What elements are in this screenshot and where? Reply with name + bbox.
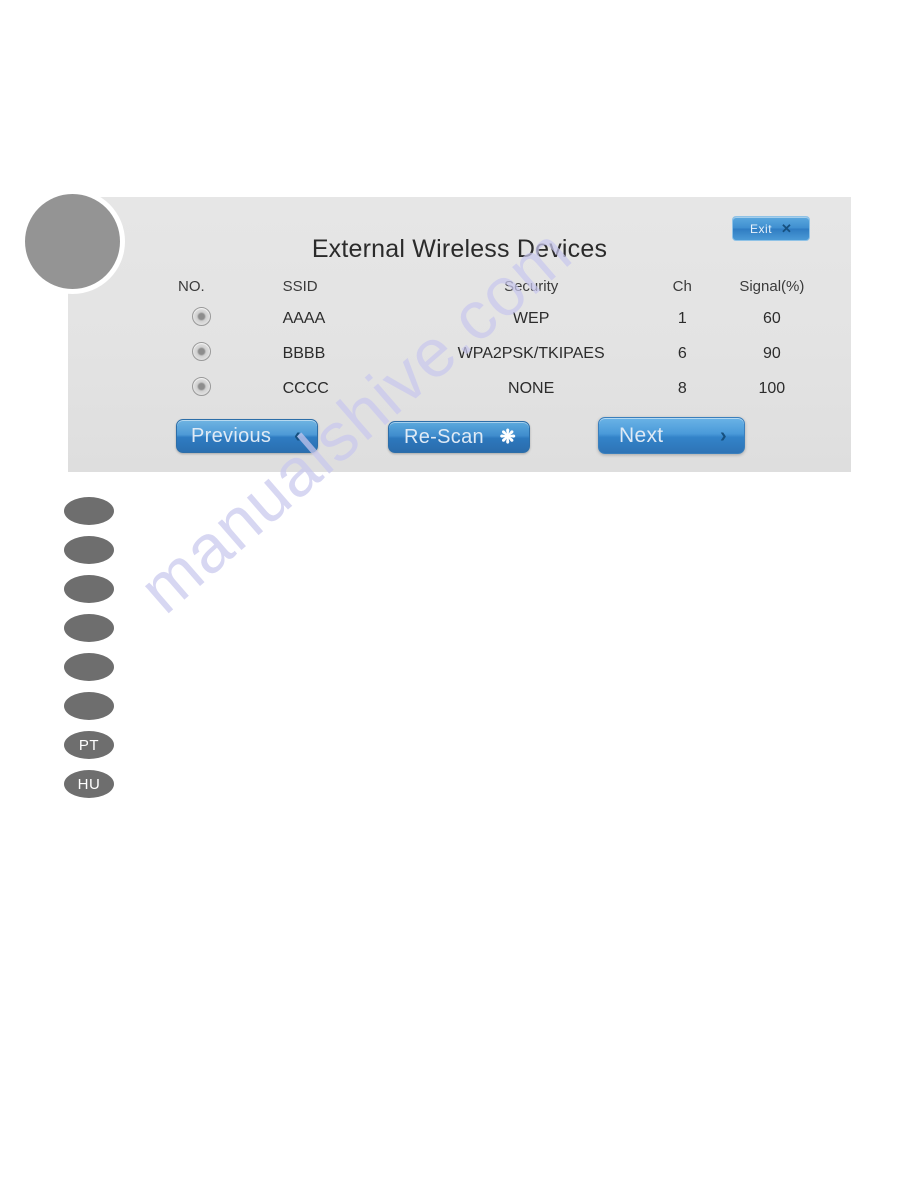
rescan-button-label: Re-Scan	[404, 426, 484, 448]
cell-signal: 100	[758, 379, 786, 397]
column-header-ch: Ch	[672, 277, 692, 295]
cell-ch: 1	[677, 309, 687, 327]
language-tab-marker[interactable]	[25, 194, 120, 289]
table-row[interactable]: BBBB WPA2PSK/TKIPAES 6 90	[176, 336, 826, 371]
cell-security: WEP	[512, 309, 550, 327]
column-header-signal: Signal(%)	[739, 277, 805, 295]
next-button-label: Next	[619, 424, 664, 447]
next-button[interactable]: Next ›	[598, 417, 745, 454]
language-tab-pt[interactable]: PT	[64, 731, 114, 759]
refresh-burst-icon: ❋	[499, 426, 516, 448]
table-header-row: NO. SSID Security Ch Signal(%)	[176, 271, 826, 301]
language-tab-hu[interactable]: HU	[64, 770, 114, 798]
table-row[interactable]: CCCC NONE 8 100	[176, 371, 826, 406]
language-tab[interactable]	[64, 692, 114, 720]
radio-button-icon[interactable]	[192, 306, 211, 326]
cell-ssid: CCCC	[282, 379, 329, 397]
column-header-ssid: SSID	[282, 277, 318, 295]
row-select-cell[interactable]	[176, 341, 271, 366]
rescan-button[interactable]: Re-Scan ❋	[388, 421, 530, 453]
chevron-left-icon: ‹	[294, 425, 301, 447]
cell-security: NONE	[508, 379, 555, 397]
previous-button[interactable]: Previous ‹	[176, 419, 318, 453]
language-tab[interactable]	[64, 536, 114, 564]
column-header-no: NO.	[178, 277, 205, 295]
cell-ssid: BBBB	[282, 344, 326, 362]
language-tab[interactable]	[64, 575, 114, 603]
chevron-right-icon: ›	[720, 424, 727, 447]
row-select-cell[interactable]	[176, 376, 271, 401]
radio-button-icon[interactable]	[192, 341, 211, 361]
exit-button-label: Exit	[750, 221, 773, 236]
cell-ssid: AAAA	[282, 309, 326, 327]
language-tab[interactable]	[64, 614, 114, 642]
cell-signal: 60	[762, 309, 781, 327]
language-tab[interactable]	[64, 497, 114, 525]
language-tab[interactable]	[64, 653, 114, 681]
wireless-device-table: NO. SSID Security Ch Signal(%) AAAA WEP …	[176, 271, 826, 406]
cell-security: WPA2PSK/TKIPAES	[457, 344, 605, 362]
wireless-setup-panel: Exit ✕ External Wireless Devices NO. SSI…	[68, 197, 851, 472]
exit-button[interactable]: Exit ✕	[732, 216, 810, 241]
close-icon: ✕	[781, 221, 792, 236]
previous-button-label: Previous	[191, 425, 272, 447]
row-select-cell[interactable]	[176, 306, 271, 331]
cell-signal: 90	[762, 344, 781, 362]
table-row[interactable]: AAAA WEP 1 60	[176, 301, 826, 336]
cell-ch: 8	[677, 379, 687, 397]
language-tab-rail: PT HU	[64, 497, 114, 809]
column-header-security: Security	[504, 277, 559, 295]
radio-button-icon[interactable]	[192, 376, 211, 396]
cell-ch: 6	[677, 344, 687, 362]
